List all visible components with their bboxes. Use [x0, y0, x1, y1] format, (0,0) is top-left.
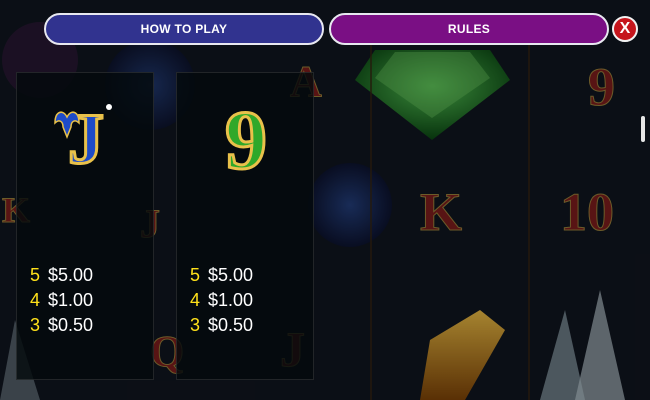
- close-button[interactable]: X: [612, 16, 638, 42]
- payout-row: 4 $1.00: [30, 288, 93, 313]
- tab-rules[interactable]: RULES: [329, 13, 609, 45]
- payout-amount: $5.00: [208, 265, 254, 285]
- payout-count: 4: [30, 290, 41, 310]
- payout-row: 4 $1.00: [190, 288, 253, 313]
- nine-symbol-icon: 9: [224, 93, 269, 183]
- payout-list: 5 $5.00 4 $1.00 3 $0.50: [30, 263, 93, 338]
- payout-count: 4: [190, 290, 201, 310]
- payout-row: 3 $0.50: [190, 313, 253, 338]
- payout-amount: $5.00: [48, 265, 94, 285]
- scrollbar-thumb[interactable]: [641, 116, 645, 142]
- payout-list: 5 $5.00 4 $1.00 3 $0.50: [190, 263, 253, 338]
- payout-count: 3: [30, 315, 41, 335]
- paytable-card-9: 9 5 $5.00 4 $1.00 3 $0.50: [176, 72, 314, 380]
- payout-row: 3 $0.50: [30, 313, 93, 338]
- payout-amount: $1.00: [208, 290, 254, 310]
- tab-how-to-play[interactable]: HOW TO PLAY: [44, 13, 324, 45]
- payout-amount: $0.50: [208, 315, 254, 335]
- symbol-letter: 9: [225, 94, 267, 183]
- payout-count: 5: [190, 265, 201, 285]
- payout-amount: $0.50: [48, 315, 94, 335]
- payout-row: 5 $5.00: [190, 263, 253, 288]
- payout-row: 5 $5.00: [30, 263, 93, 288]
- payout-count: 5: [30, 265, 41, 285]
- payout-amount: $1.00: [48, 290, 94, 310]
- close-icon: X: [619, 20, 631, 37]
- j-symbol-icon: J: [54, 98, 112, 181]
- payout-count: 3: [190, 315, 201, 335]
- paytable-card-j: J 5 $5.00 4 $1.00 3 $0.50: [16, 72, 154, 380]
- symbol-letter: J: [68, 99, 104, 179]
